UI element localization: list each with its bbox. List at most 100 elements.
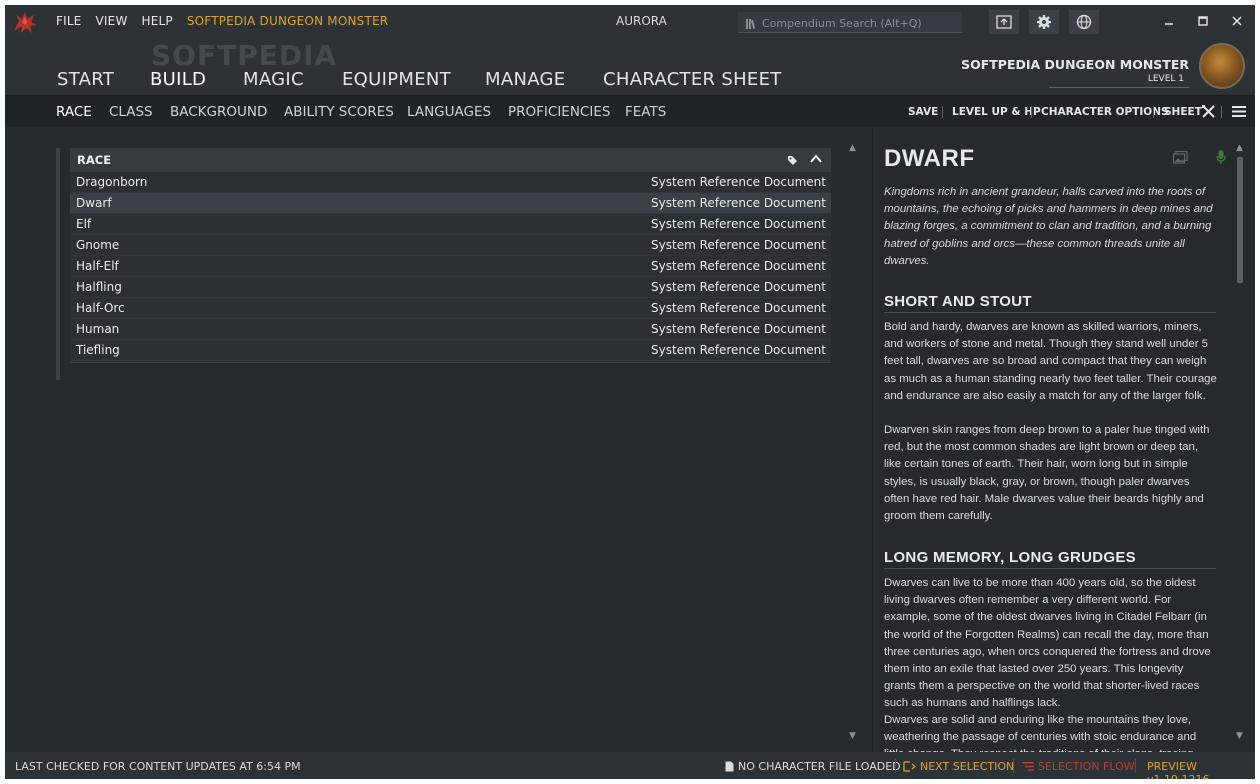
minimize-icon [1165, 23, 1173, 25]
hamburger-icon[interactable] [1232, 105, 1246, 118]
tab-manage[interactable]: MANAGE [485, 69, 565, 90]
tools-icon[interactable] [1202, 105, 1215, 118]
race-source: System Reference Document [651, 301, 826, 315]
race-row[interactable]: Gnome System Reference Document [70, 235, 831, 256]
tab-magic[interactable]: MAGIC [243, 69, 304, 90]
next-selection-icon [903, 761, 916, 772]
app-window: FILE VIEW HELP SOFTPEDIA DUNGEON MONSTER… [5, 5, 1255, 779]
race-selection-panel: RACE Dragonborn System Reference Document… [5, 127, 871, 752]
tab-start[interactable]: START [57, 69, 114, 90]
tab-build[interactable]: BUILD [150, 69, 206, 90]
minimize-button[interactable] [1159, 12, 1179, 30]
status-divider [895, 759, 896, 773]
race-row[interactable]: Dwarf System Reference Document [70, 193, 831, 214]
race-row[interactable]: Half-Elf System Reference Document [70, 256, 831, 277]
menu-help[interactable]: HELP [142, 14, 173, 28]
scroll-up-arrow[interactable]: ▲ [849, 143, 856, 153]
subtab-languages[interactable]: LANGUAGES [407, 104, 491, 120]
race-row[interactable]: Halfling System Reference Document [70, 277, 831, 298]
details-scroll-up-arrow[interactable]: ▲ [1236, 143, 1243, 153]
race-row[interactable]: Half-Orc System Reference Document [70, 298, 831, 319]
details-scrollbar[interactable] [1237, 157, 1243, 283]
race-source: System Reference Document [651, 196, 826, 210]
maximize-icon [1198, 16, 1208, 26]
file-icon [725, 761, 734, 772]
race-rows: Dragonborn System Reference Document Dwarf… [70, 172, 831, 361]
details-paragraph: Dwarves are solid and enduring like the … [884, 714, 1197, 752]
maximize-button[interactable] [1193, 12, 1213, 30]
language-button[interactable] [1069, 10, 1099, 34]
selection-flow-label: SELECTION FLOW [1038, 760, 1135, 773]
profile-divider [1049, 87, 1189, 88]
menu-bar: FILE VIEW HELP SOFTPEDIA DUNGEON MONSTER [56, 14, 402, 28]
menu-view[interactable]: VIEW [96, 14, 128, 28]
details-paragraph: Bold and hardy, dwarves are known as ski… [884, 321, 1217, 402]
close-button[interactable] [1227, 12, 1247, 30]
status-bar: LAST CHECKED FOR CONTENT UPDATES AT 6:54… [5, 752, 1255, 779]
race-source: System Reference Document [651, 322, 826, 336]
subtab-race[interactable]: RACE [56, 104, 92, 120]
library-icon [746, 19, 756, 29]
status-divider [1013, 759, 1014, 773]
image-icon[interactable] [1173, 151, 1188, 164]
action-divider [942, 106, 943, 118]
race-source: System Reference Document [651, 175, 826, 189]
character-name-label: SOFTPEDIA DUNGEON MONSTER [186, 14, 389, 28]
race-list-header[interactable]: RACE [70, 148, 831, 172]
section-heading: LONG MEMORY, LONG GRUDGES [884, 549, 1216, 569]
race-row[interactable]: Elf System Reference Document [70, 214, 831, 235]
race-name: Half-Elf [76, 259, 119, 273]
details-intro: Kingdoms rich in ancient grandeur, halls… [884, 186, 1213, 267]
level-up-button[interactable]: LEVEL UP & HP [952, 106, 1041, 118]
title-bar: FILE VIEW HELP SOFTPEDIA DUNGEON MONSTER… [5, 5, 1255, 39]
microphone-icon[interactable] [1216, 150, 1226, 165]
subtab-class[interactable]: CLASS [109, 104, 153, 120]
race-name: Half-Orc [76, 301, 125, 315]
export-button[interactable] [989, 10, 1019, 34]
subtab-proficiencies[interactable]: PROFICIENCIES [508, 104, 610, 120]
file-status: NO CHARACTER FILE LOADED [725, 760, 901, 773]
race-details-panel: DWARF ▲ ▼ Kingdoms rich in ancient grand… [872, 127, 1255, 752]
profile-name: SOFTPEDIA DUNGEON MONSTER [961, 57, 1189, 72]
race-row[interactable]: Tiefling System Reference Document [70, 340, 831, 361]
subtab-feats[interactable]: FEATS [625, 104, 666, 120]
gear-icon [1037, 15, 1051, 29]
race-name: Human [76, 322, 120, 336]
sheet-button[interactable]: SHEET [1164, 106, 1202, 118]
settings-button[interactable] [1029, 10, 1059, 34]
tab-character-sheet[interactable]: CHARACTER SHEET [603, 69, 782, 90]
subtab-background[interactable]: BACKGROUND [170, 104, 267, 120]
save-button[interactable]: SAVE [908, 106, 938, 118]
race-name: Tiefling [76, 343, 120, 357]
race-name: Gnome [76, 238, 120, 252]
action-divider [1153, 106, 1154, 118]
selection-indicator-bar [56, 148, 60, 380]
globe-icon [1076, 14, 1092, 30]
character-options-button[interactable]: CHARACTER OPTIONS [1041, 106, 1169, 118]
race-source: System Reference Document [651, 280, 826, 294]
scroll-down-arrow[interactable]: ▼ [849, 731, 856, 741]
race-name: Dragonborn [76, 175, 148, 189]
race-list-title: RACE [77, 153, 112, 167]
search-placeholder: Compendium Search (Alt+Q) [762, 17, 922, 30]
race-source: System Reference Document [651, 238, 826, 252]
details-title: DWARF [884, 145, 975, 172]
race-row[interactable]: Human System Reference Document [70, 319, 831, 340]
action-divider [1031, 106, 1032, 118]
next-selection-button[interactable]: NEXT SELECTION [903, 760, 1014, 773]
avatar[interactable] [1199, 43, 1245, 89]
subtab-ability-scores[interactable]: ABILITY SCORES [284, 104, 394, 120]
race-row[interactable]: Dragonborn System Reference Document [70, 172, 831, 193]
menu-file[interactable]: FILE [56, 14, 82, 28]
compendium-search-input[interactable]: Compendium Search (Alt+Q) [738, 12, 962, 33]
softpedia-watermark: SOFTPEDIA [151, 39, 338, 72]
tab-equipment[interactable]: EQUIPMENT [342, 69, 451, 90]
profile-level: LEVEL 1 [1147, 74, 1184, 84]
selection-flow-button[interactable]: SELECTION FLOW [1022, 760, 1135, 773]
next-selection-label: NEXT SELECTION [920, 760, 1015, 773]
details-paragraph: Dwarves can live to be more than 400 yea… [884, 577, 1211, 710]
dragon-logo-icon[interactable] [11, 9, 39, 35]
details-scroll-down-arrow[interactable]: ▼ [1236, 731, 1243, 741]
chevron-up-icon[interactable] [810, 154, 822, 164]
tag-icon[interactable] [787, 155, 798, 165]
